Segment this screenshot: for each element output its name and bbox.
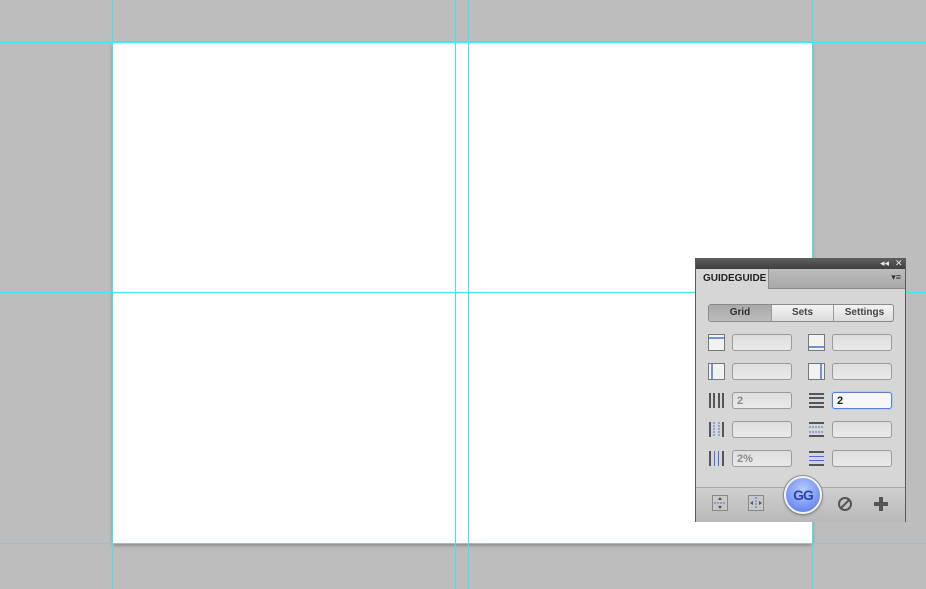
guide-vertical[interactable] [455,0,456,589]
left-margin-icon [708,363,725,380]
left-margin-field[interactable] [732,363,792,380]
columns-icon [709,393,724,408]
panel-title-bar: ◂◂ ✕ [696,258,905,269]
collapse-panel-icon[interactable]: ◂◂ [880,258,889,269]
guide-horizontal[interactable] [0,42,926,43]
panel-menu-icon[interactable]: ▾≡ [891,272,901,283]
tab-settings[interactable]: Settings [834,305,893,321]
row-midpoint-field[interactable] [832,421,892,438]
tab-sets[interactable]: Sets [772,305,834,321]
clear-guides-icon[interactable] [837,496,853,512]
columns-field[interactable]: 2 [732,392,792,409]
row-gutter-icon [809,451,824,466]
tab-grid[interactable]: Grid [709,305,772,321]
row-gutter-field[interactable] [832,450,892,467]
guide-horizontal[interactable] [0,543,926,544]
guide-vertical[interactable] [112,0,113,589]
right-margin-field[interactable] [832,363,892,380]
column-gutter-icon [709,451,724,466]
vertical-midpoint-icon[interactable] [748,495,764,511]
right-margin-icon [808,363,825,380]
top-margin-field[interactable] [732,334,792,351]
panel-tab-guideguide[interactable]: GUIDEGUIDE [696,269,769,289]
bottom-margin-icon [808,334,825,351]
left-margin-icon [708,334,725,351]
column-midpoint-field[interactable] [732,421,792,438]
rows-icon [809,393,824,408]
rows-field[interactable]: 2 [832,392,892,409]
guide-vertical[interactable] [468,0,469,589]
add-guide-icon[interactable] [873,496,889,512]
guideguide-panel: ◂◂ ✕ GUIDEGUIDE ▾≡ Grid Sets Settings 2 [695,258,906,522]
row-midpoint-icon [809,422,824,437]
gg-button[interactable]: GG [784,476,822,514]
panel-tab-row: GUIDEGUIDE ▾≡ [696,269,905,289]
column-midpoint-icon [709,422,724,437]
mode-tabs: Grid Sets Settings [708,304,894,322]
horizontal-midpoint-icon[interactable] [712,495,728,511]
column-gutter-field[interactable]: 2% [732,450,792,467]
close-icon[interactable]: ✕ [895,258,903,269]
bottom-margin-field[interactable] [832,334,892,351]
